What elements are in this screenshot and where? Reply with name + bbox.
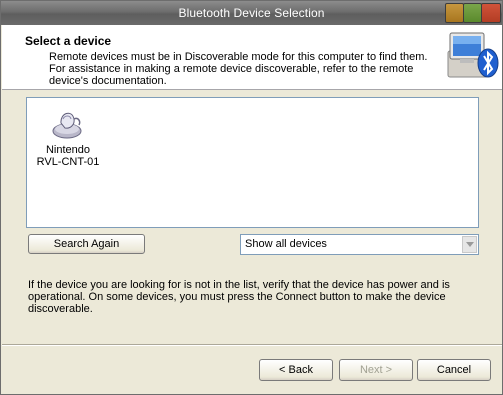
description-line: For assistance in making a remote device… (49, 63, 414, 75)
description-line: device's documentation. (49, 75, 167, 87)
footer-divider (2, 344, 502, 346)
close-button[interactable] (481, 3, 501, 23)
info-line: discoverable. (28, 303, 93, 315)
mouse-device-icon (52, 112, 82, 139)
back-button[interactable]: < Back (259, 359, 333, 381)
device-filter-value: Show all devices (245, 238, 327, 250)
header-panel: Select a device Remote devices must be i… (2, 25, 502, 90)
page-title: Select a device (25, 34, 112, 48)
device-list[interactable]: Nintendo RVL-CNT-01 (26, 97, 479, 228)
device-item-nintendo[interactable]: Nintendo RVL-CNT-01 (32, 105, 104, 168)
device-name-line1: Nintendo (45, 144, 91, 156)
cancel-button[interactable]: Cancel (417, 359, 491, 381)
window-title: Bluetooth Device Selection (178, 6, 325, 20)
header-description: Remote devices must be in Discoverable m… (49, 51, 439, 87)
device-filter-select[interactable]: Show all devices (240, 234, 479, 255)
bluetooth-device-selection-window: Bluetooth Device Selection Select a devi… (0, 0, 503, 395)
minimize-button[interactable] (445, 3, 464, 23)
bluetooth-computer-icon (447, 32, 499, 78)
info-text: If the device you are looking for is not… (28, 279, 478, 315)
chevron-down-icon[interactable] (462, 236, 477, 253)
search-again-button[interactable]: Search Again (28, 234, 145, 254)
maximize-button[interactable] (463, 3, 482, 23)
description-line: Remote devices must be in Discoverable m… (49, 51, 428, 63)
device-name-line2: RVL-CNT-01 (36, 156, 100, 168)
title-bar[interactable]: Bluetooth Device Selection (1, 1, 502, 25)
next-button[interactable]: Next > (339, 359, 413, 381)
info-line: If the device you are looking for is not… (28, 279, 450, 291)
info-line: operational. On some devices, you must p… (28, 291, 446, 303)
